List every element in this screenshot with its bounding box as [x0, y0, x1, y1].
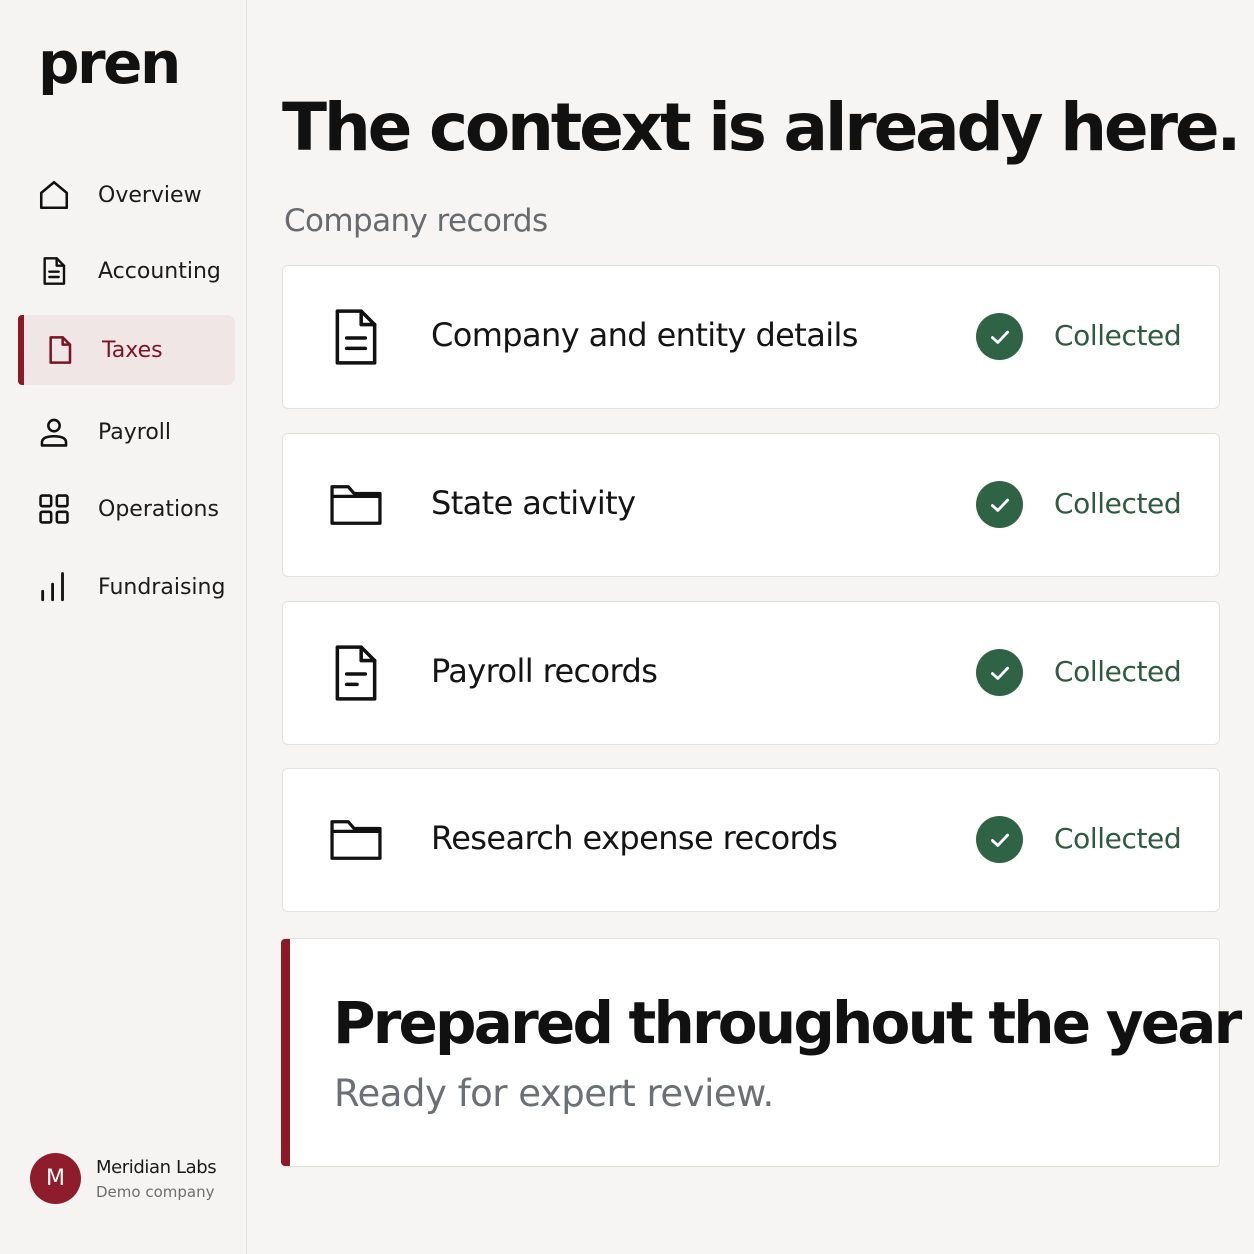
sidebar-item-fundraising[interactable]: Fundraising: [18, 552, 235, 622]
page-title: The context is already here.: [282, 89, 1241, 166]
sidebar-item-accounting[interactable]: Accounting: [18, 236, 235, 306]
summary-callout: Prepared throughout the year Ready for e…: [281, 938, 1242, 1167]
callout-subtitle: Ready for expert review.: [334, 1072, 774, 1115]
record-card-payroll-records[interactable]: Payroll records Collected: [282, 601, 1220, 745]
brand-logo[interactable]: pren: [38, 34, 181, 92]
status-badge: Collected: [1054, 822, 1182, 855]
status-badge: Collected: [1054, 655, 1182, 688]
avatar: M: [30, 1153, 81, 1204]
sidebar-item-payroll[interactable]: Payroll: [18, 397, 235, 467]
company-subtitle: Demo company: [96, 1183, 215, 1201]
grid-icon: [36, 491, 72, 527]
folder-icon: [327, 811, 385, 869]
document-icon: [327, 644, 385, 702]
bar-chart-icon: [36, 569, 72, 605]
check-icon: [976, 816, 1023, 863]
account-switcher[interactable]: M Meridian Labs Demo company: [30, 1153, 240, 1205]
sidebar-item-label: Fundraising: [98, 574, 226, 600]
sidebar-item-label: Accounting: [98, 258, 221, 284]
document-icon: [327, 308, 385, 366]
sidebar-item-operations[interactable]: Operations: [18, 474, 235, 544]
sidebar-item-overview[interactable]: Overview: [18, 160, 235, 230]
record-title: State activity: [431, 484, 636, 522]
user-icon: [36, 414, 72, 450]
app-window: pren Overview Accounting Taxes Payroll O…: [0, 0, 1254, 1254]
section-label: Company records: [284, 203, 548, 239]
company-name: Meridian Labs: [96, 1157, 217, 1178]
document-icon: [36, 253, 72, 289]
home-icon: [36, 177, 72, 213]
record-card-research-expense[interactable]: Research expense records Collected: [282, 768, 1220, 912]
sidebar-item-label: Taxes: [102, 337, 163, 363]
record-title: Company and entity details: [431, 316, 858, 354]
check-icon: [976, 649, 1023, 696]
record-title: Research expense records: [431, 819, 838, 857]
sidebar-item-label: Operations: [98, 496, 219, 522]
status-badge: Collected: [1054, 487, 1182, 520]
sidebar: pren Overview Accounting Taxes Payroll O…: [0, 0, 247, 1254]
status-badge: Collected: [1054, 319, 1182, 352]
sidebar-item-label: Payroll: [98, 419, 172, 445]
record-title: Payroll records: [431, 652, 658, 690]
sidebar-item-taxes[interactable]: Taxes: [18, 315, 235, 385]
check-icon: [976, 481, 1023, 528]
record-card-company-details[interactable]: Company and entity details Collected: [282, 265, 1220, 409]
record-card-state-activity[interactable]: State activity Collected: [282, 433, 1220, 577]
file-icon: [42, 332, 78, 368]
callout-title: Prepared throughout the year: [333, 989, 1242, 1057]
folder-icon: [327, 476, 385, 534]
sidebar-item-label: Overview: [98, 182, 202, 208]
check-icon: [976, 313, 1023, 360]
